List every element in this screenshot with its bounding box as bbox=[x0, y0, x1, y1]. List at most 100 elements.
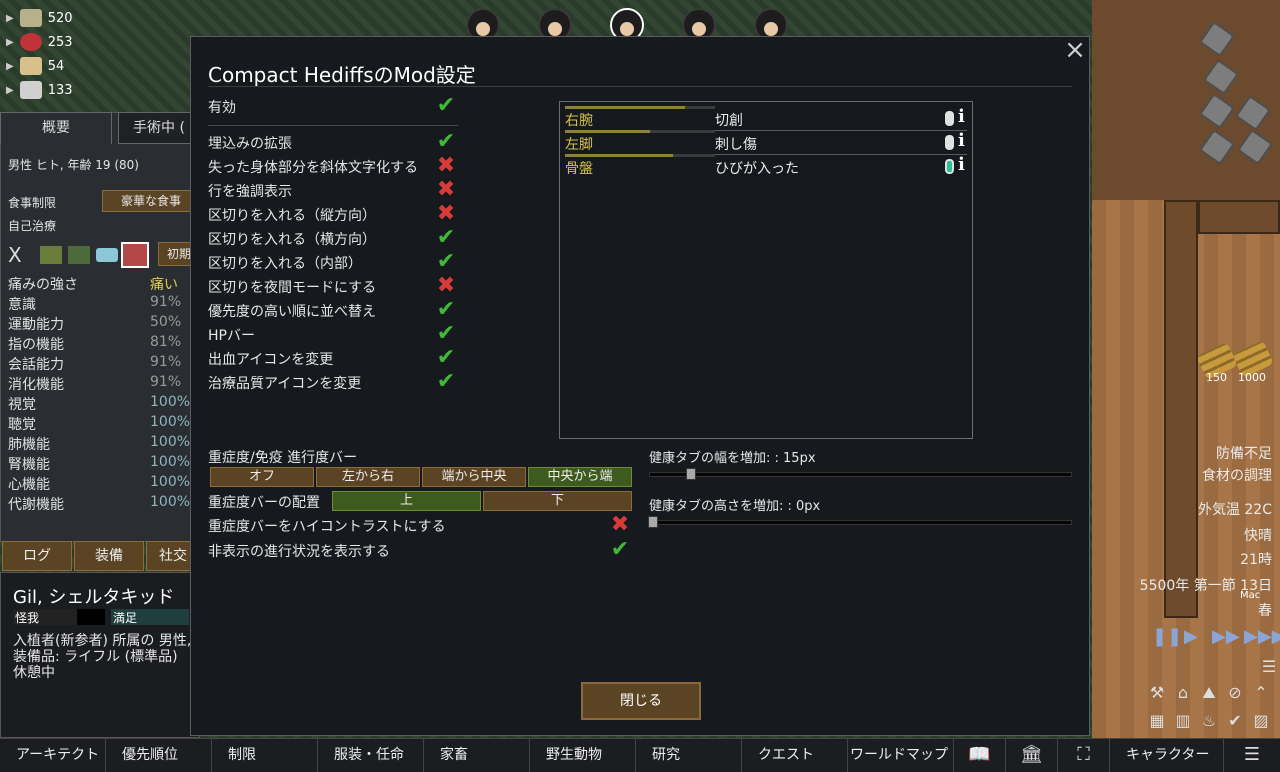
show-zones-icon[interactable]: ▦ bbox=[1146, 710, 1168, 732]
home-zone-icon[interactable]: ⌂ bbox=[1172, 682, 1194, 704]
show-stats-icon[interactable]: ▥ bbox=[1172, 710, 1194, 732]
tab-log[interactable]: ログ bbox=[2, 541, 72, 571]
capacity-row[interactable]: 代謝機能 100% bbox=[8, 494, 190, 514]
capacity-row[interactable]: 会話能力 91% bbox=[8, 354, 190, 374]
speed-fast-icon[interactable]: ▶▶ bbox=[1212, 626, 1240, 647]
option-high-contrast[interactable]: 重症度バーをハイコントラストにする ✖ bbox=[208, 514, 633, 538]
width-slider[interactable] bbox=[649, 468, 1072, 480]
slider-handle[interactable] bbox=[686, 468, 696, 480]
show-beauty-icon[interactable]: ⌃ bbox=[1250, 682, 1272, 704]
checkmark-icon[interactable]: ✔ bbox=[608, 539, 632, 563]
capacity-row[interactable]: 運動能力 50% bbox=[8, 314, 190, 334]
checkmark-icon[interactable]: ✔ bbox=[434, 251, 458, 275]
capacity-row[interactable]: 肺機能 100% bbox=[8, 434, 190, 454]
cross-icon[interactable]: ✖ bbox=[434, 275, 458, 299]
expand-triangle-icon[interactable]: ▶ bbox=[6, 61, 14, 72]
expand-triangle-icon[interactable]: ▶ bbox=[6, 37, 14, 48]
capacity-row[interactable]: 心機能 100% bbox=[8, 474, 190, 494]
alert-cooking[interactable]: 食材の調理 bbox=[1202, 465, 1272, 485]
resource-row[interactable]: ▶ 253 bbox=[6, 31, 73, 53]
checkmark-icon[interactable]: ✔ bbox=[434, 227, 458, 251]
capacity-row[interactable]: 指の機能 81% bbox=[8, 334, 190, 354]
checkmark-icon[interactable]: ✔ bbox=[434, 323, 458, 347]
auto-rebuild-icon[interactable]: ⊘ bbox=[1224, 682, 1246, 704]
cross-icon[interactable]: ✖ bbox=[434, 155, 458, 179]
animals-button[interactable]: 家畜 bbox=[424, 739, 530, 772]
characters-button[interactable]: キャラクター bbox=[1110, 739, 1224, 772]
glitterworld-medicine-icon[interactable] bbox=[96, 248, 118, 262]
checkmark-icon[interactable]: ✔ bbox=[434, 95, 458, 119]
option-enabled[interactable]: 有効 ✔ bbox=[208, 95, 458, 119]
ideology-icon[interactable]: ⛶ bbox=[1058, 739, 1110, 772]
resource-row[interactable]: ▶ 133 bbox=[6, 79, 73, 101]
option-toggle-row[interactable]: 失った身体部分を斜体文字化する ✖ bbox=[208, 155, 458, 179]
wildlife-button[interactable]: 野生動物 bbox=[530, 739, 636, 772]
capacity-row[interactable]: 腎機能 100% bbox=[8, 454, 190, 474]
option-toggle-row[interactable]: 優先度の高い順に並べ替え ✔ bbox=[208, 299, 458, 323]
cross-icon[interactable]: ✖ bbox=[434, 203, 458, 227]
capacity-row[interactable]: 痛みの強さ 痛い bbox=[8, 274, 190, 294]
option-toggle-row[interactable]: 埋込みの拡張 ✔ bbox=[208, 131, 458, 155]
priority-button[interactable]: 優先順位 bbox=[106, 739, 212, 772]
architect-button[interactable]: アーキテクト bbox=[0, 739, 106, 772]
speed-superfast-icon[interactable]: ▶▶▶ bbox=[1244, 626, 1280, 647]
tab-gear[interactable]: 装備 bbox=[74, 541, 144, 571]
expand-triangle-icon[interactable]: ▶ bbox=[6, 13, 14, 24]
herbal-medicine-icon[interactable] bbox=[40, 246, 62, 264]
capacity-row[interactable]: 視覚 100% bbox=[8, 394, 190, 414]
bar-position-top[interactable]: 上 bbox=[332, 491, 481, 511]
auto-home-icon[interactable]: ✔ bbox=[1224, 710, 1246, 732]
option-toggle-row[interactable]: 行を強調表示 ✖ bbox=[208, 179, 458, 203]
pause-icon[interactable]: ❚❚ bbox=[1152, 626, 1182, 647]
no-medicine-icon[interactable]: X bbox=[8, 243, 22, 267]
assign-button[interactable]: 服装・任命 bbox=[318, 739, 424, 772]
option-show-hidden[interactable]: 非表示の進行状況を表示する ✔ bbox=[208, 539, 633, 563]
show-learning-icon[interactable]: ⚒ bbox=[1146, 682, 1168, 704]
factions-icon[interactable]: 🏛 bbox=[1006, 739, 1058, 772]
hediff-row[interactable]: 左脚 刺し傷 i bbox=[565, 130, 967, 155]
severity-option-off[interactable]: オフ bbox=[210, 467, 314, 487]
notification-icon[interactable]: ☰ bbox=[1258, 656, 1280, 678]
resource-row[interactable]: ▶ 54 bbox=[6, 55, 64, 77]
cross-icon[interactable]: ✖ bbox=[608, 514, 632, 538]
option-toggle-row[interactable]: 区切りを入れる（縦方向） ✖ bbox=[208, 203, 458, 227]
hediff-row[interactable]: 骨盤 ひびが入った i bbox=[565, 154, 967, 178]
checkmark-icon[interactable]: ✔ bbox=[434, 347, 458, 371]
close-button[interactable]: 閉じる bbox=[581, 682, 701, 720]
world-map-button[interactable]: ワールドマップ bbox=[848, 739, 954, 772]
history-book-icon[interactable]: 📖 bbox=[954, 739, 1006, 772]
info-icon[interactable]: i bbox=[958, 106, 965, 127]
info-icon[interactable]: i bbox=[958, 130, 965, 151]
bar-position-bottom[interactable]: 下 bbox=[483, 491, 632, 511]
expand-triangle-icon[interactable]: ▶ bbox=[6, 85, 14, 96]
show-temperature-icon[interactable]: ▨ bbox=[1250, 710, 1272, 732]
slider-handle[interactable] bbox=[648, 516, 658, 528]
tab-operations[interactable]: 手術中 ( bbox=[118, 112, 200, 144]
option-toggle-row[interactable]: 出血アイコンを変更 ✔ bbox=[208, 347, 458, 371]
cross-icon[interactable]: ✖ bbox=[434, 179, 458, 203]
tab-overview[interactable]: 概要 bbox=[0, 112, 112, 144]
resource-row[interactable]: ▶ 520 bbox=[6, 7, 73, 29]
capacity-row[interactable]: 意識 91% bbox=[8, 294, 190, 314]
research-button[interactable]: 研究 bbox=[636, 739, 742, 772]
option-toggle-row[interactable]: 区切りを入れる（内部） ✔ bbox=[208, 251, 458, 275]
checkmark-icon[interactable]: ✔ bbox=[434, 371, 458, 395]
show-roof-icon[interactable]: ⛰ bbox=[1198, 682, 1220, 704]
speed-normal-icon[interactable]: ▶ bbox=[1184, 626, 1198, 647]
option-toggle-row[interactable]: 治療品質アイコンを変更 ✔ bbox=[208, 371, 458, 395]
show-fertility-icon[interactable]: ♨ bbox=[1198, 710, 1220, 732]
checkmark-icon[interactable]: ✔ bbox=[434, 299, 458, 323]
quests-button[interactable]: クエスト bbox=[742, 739, 848, 772]
food-restriction-dropdown[interactable]: 豪華な食事 bbox=[102, 190, 200, 212]
menu-icon[interactable]: ☰ bbox=[1224, 739, 1280, 772]
severity-option-left-to-right[interactable]: 左から右 bbox=[316, 467, 420, 487]
option-toggle-row[interactable]: HPバー ✔ bbox=[208, 323, 458, 347]
restrict-button[interactable]: 制限 bbox=[212, 739, 318, 772]
hediff-row[interactable]: 右腕 切創 i bbox=[565, 106, 967, 131]
height-slider[interactable] bbox=[648, 516, 1072, 528]
option-toggle-row[interactable]: 区切りを夜間モードにする ✖ bbox=[208, 275, 458, 299]
checkmark-icon[interactable]: ✔ bbox=[434, 131, 458, 155]
info-icon[interactable]: i bbox=[958, 154, 965, 175]
capacity-row[interactable]: 聴覚 100% bbox=[8, 414, 190, 434]
industrial-medicine-icon[interactable] bbox=[68, 246, 90, 264]
